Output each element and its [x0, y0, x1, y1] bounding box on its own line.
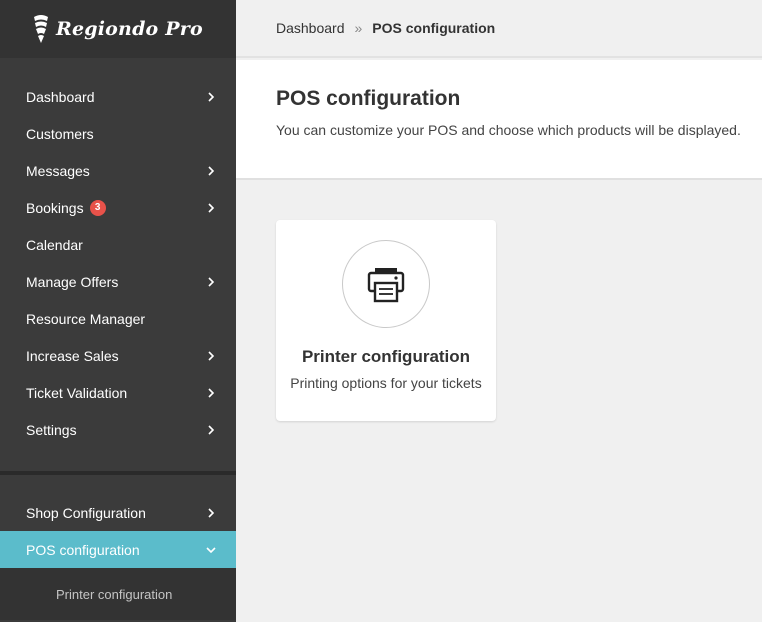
brand-name: Regiondo Pro: [56, 18, 203, 40]
sidebar-item-label: Resource Manager: [26, 310, 146, 327]
chevron-right-icon: [208, 91, 215, 102]
sidebar: Regiondo Pro Dashboard Customers Message…: [0, 0, 236, 622]
brand-logo-icon: [34, 15, 48, 43]
sidebar-item-label: Dashboard: [26, 88, 95, 105]
sidebar-item-increase-sales[interactable]: Increase Sales: [0, 337, 236, 374]
printer-icon: [367, 268, 405, 303]
sidebar-item-customers[interactable]: Customers: [0, 115, 236, 152]
sidebar-item-label: POS configuration: [26, 541, 140, 558]
chevron-right-icon: [208, 424, 215, 435]
sidebar-item-manage-offers[interactable]: Manage Offers: [0, 263, 236, 300]
card-icon-circle: [342, 240, 430, 328]
sidebar-item-label: Customers: [26, 125, 94, 142]
breadcrumb-separator: »: [354, 20, 363, 36]
page-title: POS configuration: [276, 87, 461, 110]
sidebar-item-label: Bookings: [26, 199, 84, 216]
sidebar-item-bookings[interactable]: Bookings 3: [0, 189, 236, 226]
sidebar-item-calendar[interactable]: Calendar: [0, 226, 236, 263]
sidebar-item-ticket-validation[interactable]: Ticket Validation: [0, 374, 236, 411]
sidebar-item-label: Messages: [26, 162, 90, 179]
page-description: You can customize your POS and choose wh…: [276, 122, 741, 138]
card-description: Printing options for your tickets: [290, 375, 482, 391]
logo[interactable]: Regiondo Pro: [0, 0, 236, 58]
chevron-right-icon: [208, 387, 215, 398]
sidebar-item-messages[interactable]: Messages: [0, 152, 236, 189]
chevron-right-icon: [208, 350, 215, 361]
sidebar-subitem-label: Printer configuration: [56, 586, 173, 602]
sidebar-item-label: Shop Configuration: [26, 504, 146, 521]
sidebar-item-resource-manager[interactable]: Resource Manager: [0, 300, 236, 337]
sidebar-subitem-printer-configuration[interactable]: Printer configuration: [0, 568, 236, 620]
sidebar-item-shop-configuration[interactable]: Shop Configuration: [0, 494, 236, 531]
chevron-right-icon: [208, 202, 215, 213]
breadcrumb: Dashboard » POS configuration: [236, 0, 762, 58]
breadcrumb-current: POS configuration: [372, 20, 496, 36]
sidebar-divider: [0, 471, 236, 475]
bookings-count-badge: 3: [89, 199, 106, 216]
sidebar-item-pos-configuration[interactable]: POS configuration: [0, 531, 236, 568]
card-title: Printer configuration: [301, 347, 471, 366]
printer-configuration-card[interactable]: Printer configuration Printing options f…: [276, 220, 496, 421]
sidebar-item-label: Settings: [26, 421, 77, 438]
chevron-right-icon: [208, 165, 215, 176]
sidebar-item-dashboard[interactable]: Dashboard: [0, 78, 236, 115]
chevron-down-icon: [206, 546, 216, 553]
sidebar-config-nav: Shop Configuration POS configuration Pri…: [0, 494, 236, 620]
sidebar-item-settings[interactable]: Settings: [0, 411, 236, 448]
page-header: POS configuration You can customize your…: [236, 60, 762, 180]
chevron-right-icon: [208, 507, 215, 518]
sidebar-item-label: Increase Sales: [26, 347, 119, 364]
sidebar-nav: Dashboard Customers Messages Bookings 3 …: [0, 58, 236, 448]
sidebar-item-label: Calendar: [26, 236, 83, 253]
sidebar-item-label: Ticket Validation: [26, 384, 128, 401]
sidebar-item-label: Manage Offers: [26, 273, 119, 290]
breadcrumb-dashboard-link[interactable]: Dashboard: [276, 20, 345, 36]
chevron-right-icon: [208, 276, 215, 287]
